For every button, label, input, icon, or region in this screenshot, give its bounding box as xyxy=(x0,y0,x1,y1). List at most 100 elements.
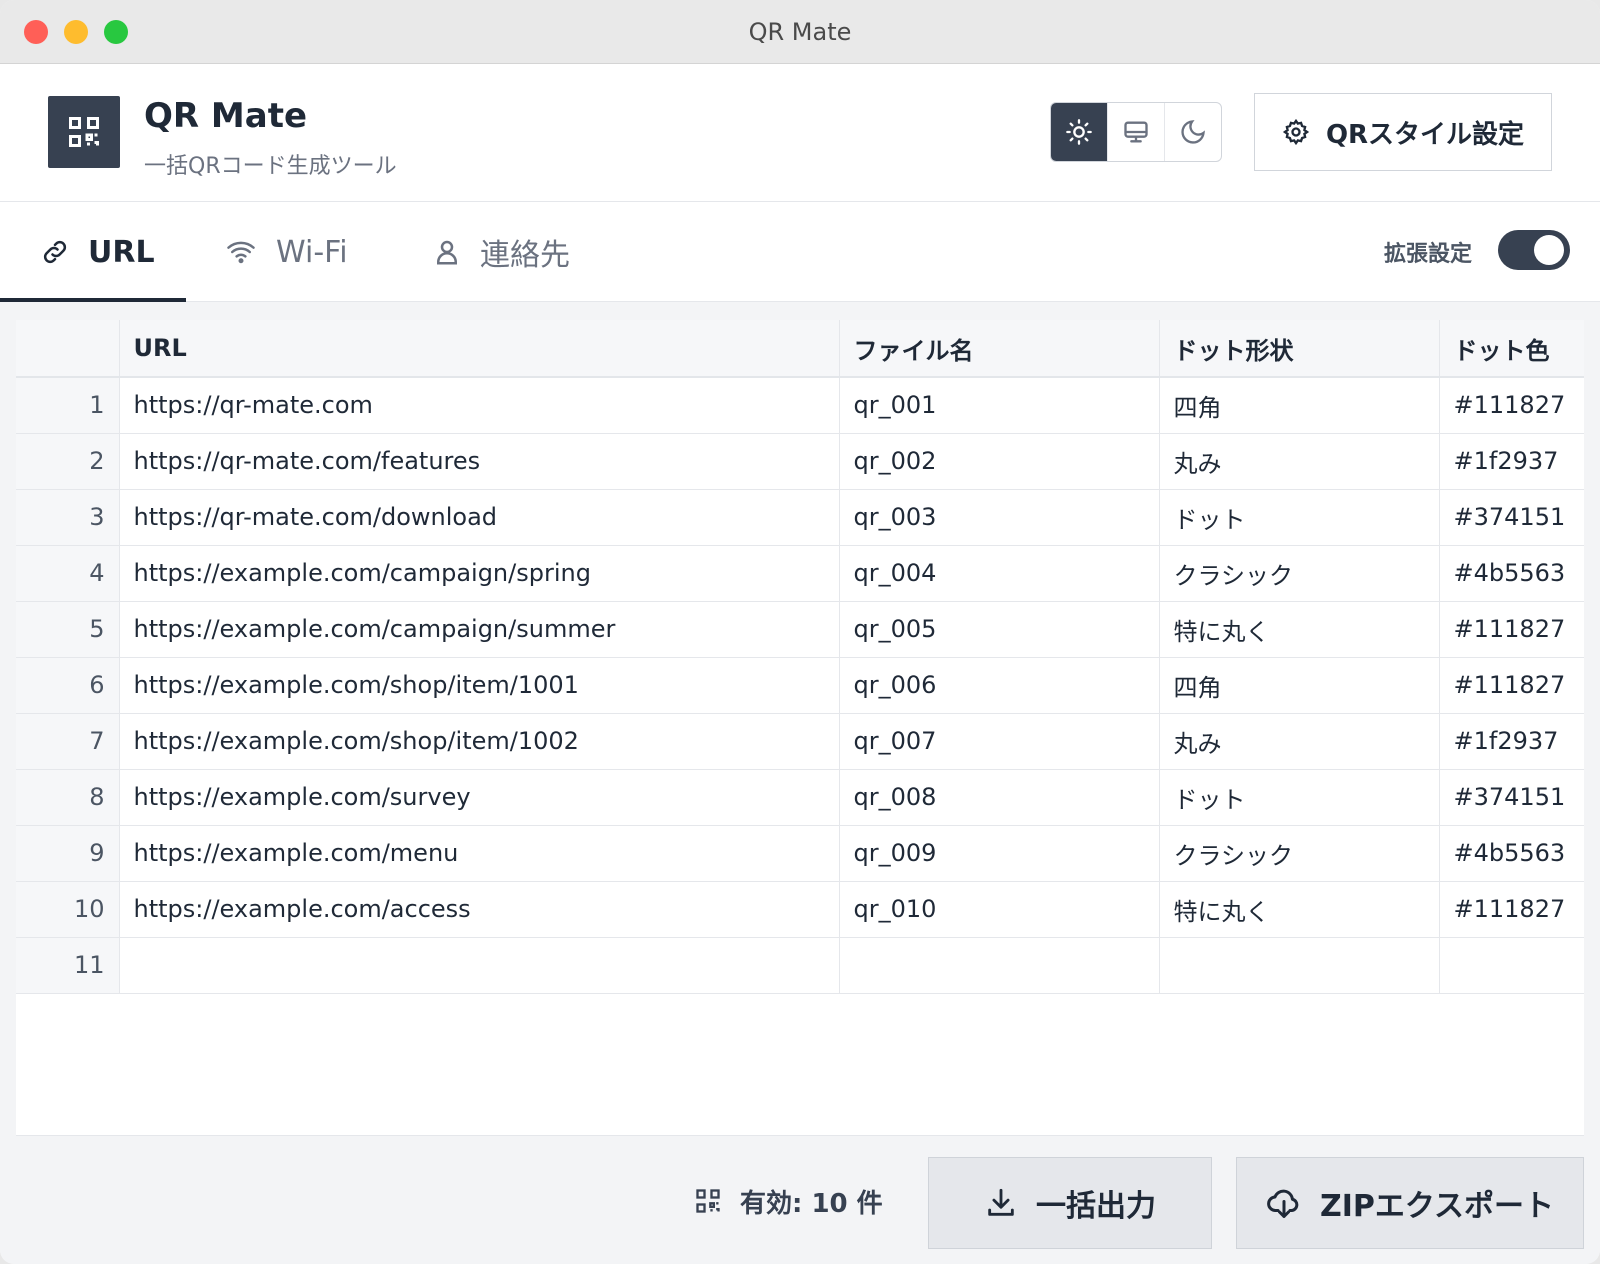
dot-color-cell[interactable]: #4b5563 xyxy=(1439,825,1584,882)
column-header-filename[interactable]: ファイル名 xyxy=(839,320,1160,378)
dot-shape-cell[interactable]: クラシック xyxy=(1159,825,1440,882)
row-number-cell: 2 xyxy=(16,433,120,490)
table-body: 1 https://qr-mate.com qr_001 四角 #111827 2 http… xyxy=(16,377,1584,994)
tab-url[interactable]: URL xyxy=(40,202,155,302)
dot-color-cell[interactable]: #111827 xyxy=(1439,601,1584,658)
app-header: QR Mate 一括QRコード生成ツール QRスタイル設定 xyxy=(0,64,1600,202)
dot-shape-cell[interactable]: ドット xyxy=(1159,769,1440,826)
table-row: 4 https://example.com/campaign/spring qr_0… xyxy=(16,545,1584,602)
theme-system-button[interactable] xyxy=(1107,103,1164,161)
dot-color-cell[interactable]: #111827 xyxy=(1439,377,1584,434)
dot-shape-cell[interactable]: 四角 xyxy=(1159,657,1440,714)
table-row: 1 https://qr-mate.com qr_001 四角 #111827 xyxy=(16,377,1584,434)
url-cell[interactable]: https://example.com/campaign/spring xyxy=(119,545,840,602)
dot-color-cell[interactable]: #374151 xyxy=(1439,769,1584,826)
column-header-url[interactable]: URL xyxy=(119,320,840,378)
table-row: 10 https://example.com/access qr_010 特に丸く #1… xyxy=(16,881,1584,938)
dot-color-cell[interactable]: #111827 xyxy=(1439,657,1584,714)
url-cell[interactable]: https://qr-mate.com/features xyxy=(119,433,840,490)
table-row: 11 xyxy=(16,937,1584,994)
monitor-icon xyxy=(1124,121,1148,143)
app-subtitle: 一括QRコード生成ツール xyxy=(144,154,397,179)
filename-cell[interactable] xyxy=(839,937,1160,994)
dot-color-cell[interactable]: #1f2937 xyxy=(1439,433,1584,490)
extended-settings-toggle[interactable] xyxy=(1498,230,1570,270)
table-row: 5 https://example.com/campaign/summer qr_0… xyxy=(16,601,1584,658)
theme-switcher xyxy=(1050,102,1222,162)
table-header-row: URL ファイル名 ドット形状 ドット色 xyxy=(16,320,1584,378)
row-number-cell: 11 xyxy=(16,937,120,994)
wifi-icon xyxy=(227,241,255,264)
valid-count: 有効: 10 件 xyxy=(694,1173,883,1229)
dot-shape-cell[interactable]: ドット xyxy=(1159,489,1440,546)
app-logo xyxy=(48,96,120,168)
row-number-cell: 8 xyxy=(16,769,120,826)
batch-export-button[interactable]: 一括出力 xyxy=(928,1157,1212,1249)
theme-dark-button[interactable] xyxy=(1164,103,1221,161)
dot-color-cell[interactable]: #1f2937 xyxy=(1439,713,1584,770)
column-header-dot-shape[interactable]: ドット形状 xyxy=(1159,320,1440,378)
gear-icon xyxy=(1282,118,1310,146)
window-title: QR Mate xyxy=(748,18,852,46)
url-cell[interactable]: https://example.com/survey xyxy=(119,769,840,826)
filename-cell[interactable]: qr_001 xyxy=(839,377,1160,434)
filename-cell[interactable]: qr_003 xyxy=(839,489,1160,546)
dot-shape-cell[interactable]: 特に丸く xyxy=(1159,601,1440,658)
url-cell[interactable]: https://example.com/access xyxy=(119,881,840,938)
url-cell[interactable]: https://example.com/campaign/summer xyxy=(119,601,840,658)
zip-export-label: ZIPエクスポート xyxy=(1319,1189,1554,1224)
theme-light-button[interactable] xyxy=(1051,103,1107,161)
data-table: URL ファイル名 ドット形状 ドット色 1 https://qr-mate.co… xyxy=(16,320,1584,994)
filename-cell[interactable]: qr_007 xyxy=(839,713,1160,770)
filename-cell[interactable]: qr_010 xyxy=(839,881,1160,938)
extended-settings-label: 拡張設定 xyxy=(1384,242,1473,267)
valid-count-label: 有効: 10 件 xyxy=(740,1188,883,1219)
qr-style-settings-label: QRスタイル設定 xyxy=(1325,119,1525,150)
table-row: 9 https://example.com/menu qr_009 クラシック #4b5… xyxy=(16,825,1584,882)
dot-shape-cell[interactable]: 丸み xyxy=(1159,713,1440,770)
url-cell[interactable] xyxy=(119,937,840,994)
row-number-cell: 3 xyxy=(16,489,120,546)
row-number-cell: 7 xyxy=(16,713,120,770)
filename-cell[interactable]: qr_002 xyxy=(839,433,1160,490)
dot-color-cell[interactable]: #111827 xyxy=(1439,881,1584,938)
row-number-cell: 4 xyxy=(16,545,120,602)
qr-style-settings-button[interactable]: QRスタイル設定 xyxy=(1254,93,1552,171)
url-cell[interactable]: https://qr-mate.com/download xyxy=(119,489,840,546)
dot-color-cell[interactable]: #4b5563 xyxy=(1439,545,1584,602)
toggle-knob xyxy=(1534,235,1564,265)
tab-contact[interactable]: 連絡先 xyxy=(432,202,570,302)
filename-cell[interactable]: qr_005 xyxy=(839,601,1160,658)
table-row: 2 https://qr-mate.com/features qr_002 丸み #1f… xyxy=(16,433,1584,490)
filename-cell[interactable]: qr_004 xyxy=(839,545,1160,602)
url-cell[interactable]: https://example.com/menu xyxy=(119,825,840,882)
column-header-dot-color[interactable]: ドット色 xyxy=(1439,320,1584,378)
moon-icon xyxy=(1181,120,1205,144)
filename-cell[interactable]: qr_006 xyxy=(839,657,1160,714)
row-number-cell: 1 xyxy=(16,377,120,434)
dot-shape-cell[interactable]: 特に丸く xyxy=(1159,881,1440,938)
url-cell[interactable]: https://qr-mate.com xyxy=(119,377,840,434)
dot-shape-cell[interactable] xyxy=(1159,937,1440,994)
dot-color-cell[interactable]: #374151 xyxy=(1439,489,1584,546)
cloud-download-icon xyxy=(1267,1189,1299,1218)
active-tab-indicator xyxy=(0,298,186,302)
table-row: 8 https://example.com/survey qr_008 ドット #374… xyxy=(16,769,1584,826)
footer-bar: 有効: 10 件 一括出力 ZIPエクスポート xyxy=(0,1137,1600,1264)
sun-icon xyxy=(1066,119,1092,145)
app-window: QR Mate QR Mate 一括QRコード生成ツール QRスタイル設定 UR… xyxy=(0,0,1600,1264)
app-name: QR Mate xyxy=(144,96,308,136)
tab-wifi[interactable]: Wi-Fi xyxy=(224,202,348,302)
url-cell[interactable]: https://example.com/shop/item/1002 xyxy=(119,713,840,770)
user-icon xyxy=(437,240,457,265)
filename-cell[interactable]: qr_008 xyxy=(839,769,1160,826)
tab-url-label: URL xyxy=(88,234,155,270)
filename-cell[interactable]: qr_009 xyxy=(839,825,1160,882)
zip-export-button[interactable]: ZIPエクスポート xyxy=(1236,1157,1584,1249)
dot-shape-cell[interactable]: 丸み xyxy=(1159,433,1440,490)
dot-shape-cell[interactable]: 四角 xyxy=(1159,377,1440,434)
qr-code-icon xyxy=(696,1189,720,1213)
url-cell[interactable]: https://example.com/shop/item/1001 xyxy=(119,657,840,714)
dot-color-cell[interactable] xyxy=(1439,937,1584,994)
dot-shape-cell[interactable]: クラシック xyxy=(1159,545,1440,602)
